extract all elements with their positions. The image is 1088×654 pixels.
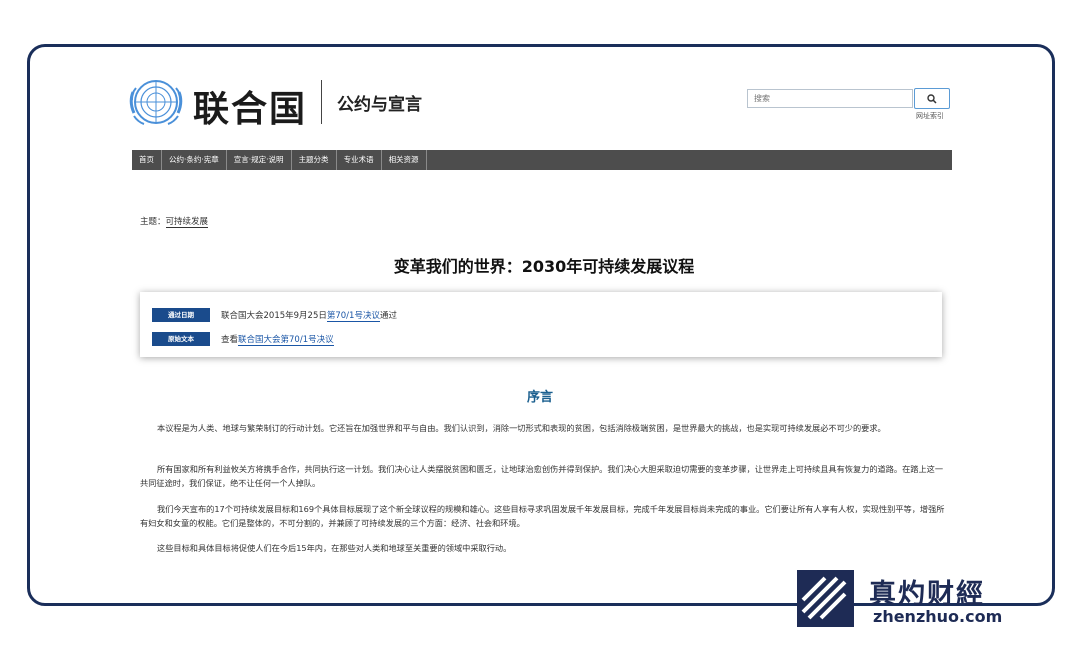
main-nav: 首页 公约·条约·宪章 宣言·规定·说明 主题分类 专业术语 相关资源 (132, 150, 952, 170)
document-info-card: 通过日期 联合国大会2015年9月25日第70/1号决议通过 原始文本 查看联合… (140, 292, 942, 357)
preamble-paragraph-4: 这些目标和具体目标将促使人们在今后15年内，在那些对人类和地球至关重要的领域中采… (157, 543, 512, 553)
original-text-before: 查看 (221, 335, 239, 345)
breadcrumb-topic-link[interactable]: 可持续发展 (165, 217, 209, 228)
search-input[interactable] (747, 89, 913, 108)
preamble-paragraph-2: 所有国家和所有利益攸关方将携手合作，共同执行这一计划。我们决心让人类摆脱贫困和匮… (140, 464, 944, 488)
nav-item-declarations[interactable]: 宣言·规定·说明 (227, 150, 292, 170)
section-name: 公约与宣言 (337, 95, 422, 115)
nav-item-conventions[interactable]: 公约·条约·宪章 (162, 150, 227, 170)
search-button[interactable] (914, 88, 950, 109)
resolution-link[interactable]: 第70/1号决议 (326, 311, 380, 322)
watermark-url: zhenzhuo.com (873, 607, 1003, 626)
watermark-name: 真灼财經 (869, 579, 985, 610)
adopted-date-row: 通过日期 联合国大会2015年9月25日第70/1号决议通过 (152, 308, 397, 322)
nav-item-terminology[interactable]: 专业术语 (337, 150, 382, 170)
adopted-text-after: 通过 (379, 311, 397, 321)
breadcrumb: 主题：可持续发展 (140, 215, 209, 228)
adopted-date-label: 通过日期 (152, 308, 210, 322)
sitemap-link[interactable]: 网址索引 (916, 111, 944, 121)
original-text-row: 原始文本 查看联合国大会第70/1号决议 (152, 332, 334, 346)
watermark-logo-icon (797, 570, 854, 627)
org-name: 联合国 (193, 89, 308, 130)
page-title: 变革我们的世界：2030年可持续发展议程 (393, 257, 695, 276)
preamble-title: 序言 (526, 390, 553, 405)
title-divider (321, 80, 322, 124)
adopted-date-text: 联合国大会2015年9月25日第70/1号决议通过 (221, 309, 397, 322)
original-text-label: 原始文本 (152, 332, 210, 346)
search-icon (927, 93, 937, 104)
un-emblem-icon (129, 80, 183, 125)
preamble-paragraph-1: 本议程是为人类、地球与繁荣制订的行动计划。它还旨在加强世界和平与自由。我们认识到… (157, 423, 886, 433)
preamble-paragraph-3: 我们今天宣布的17个可持续发展目标和169个具体目标展现了这个新全球议程的规模和… (140, 504, 945, 528)
breadcrumb-prefix: 主题： (140, 217, 166, 227)
adopted-text-before: 联合国大会2015年9月25日 (221, 311, 327, 321)
nav-item-resources[interactable]: 相关资源 (382, 150, 427, 170)
original-text-text: 查看联合国大会第70/1号决议 (221, 333, 334, 346)
original-resolution-link[interactable]: 联合国大会第70/1号决议 (238, 335, 334, 346)
nav-item-home[interactable]: 首页 (132, 150, 162, 170)
nav-item-topics[interactable]: 主题分类 (292, 150, 337, 170)
